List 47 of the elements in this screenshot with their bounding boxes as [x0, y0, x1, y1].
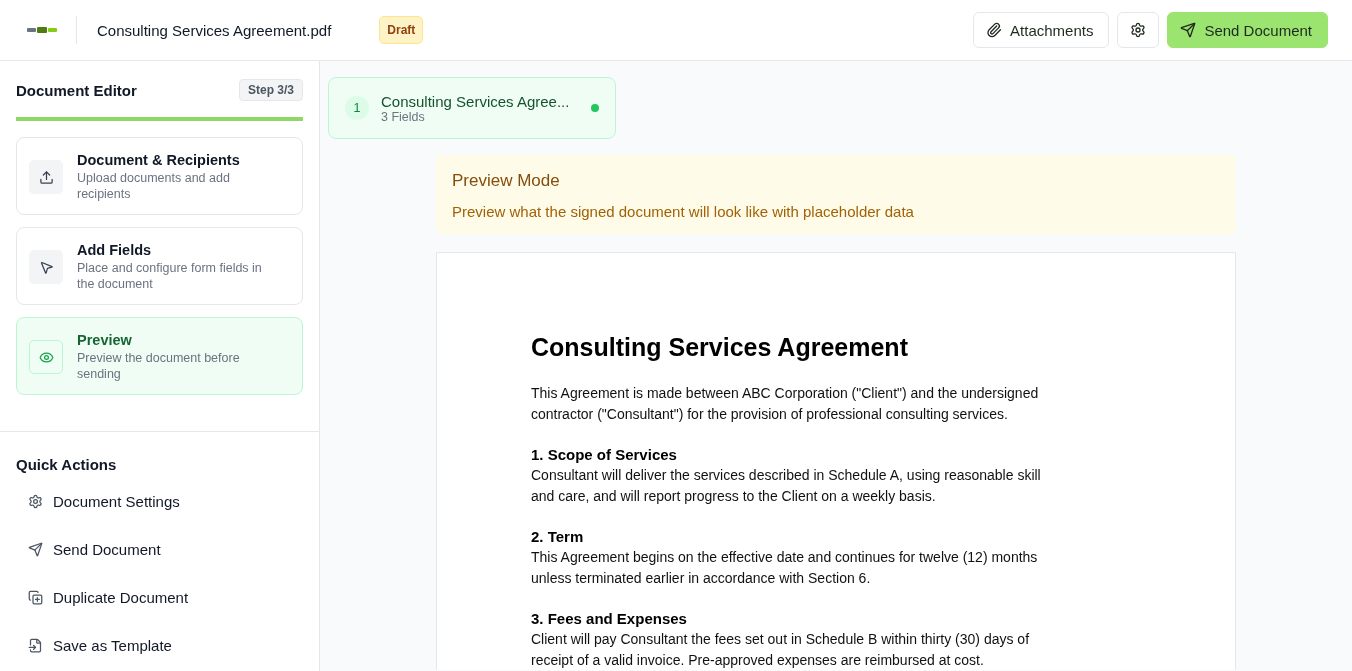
- sidebar-title: Document Editor: [16, 81, 137, 99]
- step-card[interactable]: Document & Recipients Upload documents and add recipients: [16, 137, 303, 215]
- send-icon: [1180, 22, 1197, 38]
- quick-action[interactable]: Save as Template: [16, 621, 303, 669]
- quick-action[interactable]: Duplicate Document: [16, 573, 303, 621]
- gear-icon: [28, 493, 43, 509]
- step-description: Place and configure form fields in the document: [77, 260, 263, 292]
- step-title: Add Fields: [77, 242, 153, 258]
- send-icon: [28, 541, 43, 557]
- section-heading: 2. Term: [531, 527, 585, 547]
- eye-icon: [29, 340, 63, 374]
- tab-name: Consulting Services Agree...: [381, 92, 570, 110]
- file-icon: [28, 637, 43, 653]
- settings-button[interactable]: [1117, 12, 1160, 48]
- step-badge: Step 3/3: [238, 79, 303, 101]
- section-heading: 1. Scope of Services: [531, 445, 678, 465]
- field-count: 3 Fields: [381, 109, 425, 124]
- document-paragraph: Client will pay Consultant the fees set out in Schedule B within thirty (30) days of receipt of a valid invoice. Pre-approved expenses are reimbursed at cost.: [531, 630, 1031, 670]
- document-paragraph: This Agreement is made between ABC Corporation ("Client") and the undersigned contractor ("Consultant") for the provision of professional consulting services.: [531, 384, 1040, 424]
- banner-title: Preview Mode: [452, 171, 561, 191]
- banner-text: Preview what the signed document will look like with placeholder data: [452, 203, 915, 220]
- step-card[interactable]: Add Fields Place and configure form fields in the document: [16, 227, 303, 305]
- paperclip-icon: [986, 22, 1003, 38]
- document-tab[interactable]: 1 Consulting Services Agree... 3 Fields: [328, 77, 616, 139]
- step-title: Preview: [77, 332, 133, 348]
- attachments-button[interactable]: Attachments: [973, 12, 1110, 48]
- status-badge: Draft: [379, 16, 424, 44]
- cursor-icon: [29, 250, 63, 284]
- logo-icon: [26, 24, 58, 36]
- file-name: Consulting Services Agreement.pdf: [97, 21, 332, 39]
- step-title: Document & Recipients: [77, 152, 241, 168]
- copy-icon: [28, 589, 43, 605]
- status-dot: [591, 104, 599, 112]
- send-document-button[interactable]: Send Document: [1167, 12, 1328, 48]
- section-heading: 3. Fees and Expenses: [531, 609, 688, 629]
- step-description: Preview the document before sending: [77, 350, 241, 382]
- quick-action[interactable]: Send Document: [16, 525, 303, 573]
- tab-number: 1: [345, 96, 369, 120]
- step-description: Upload documents and add recipients: [77, 170, 231, 202]
- document-paragraph: This Agreement begins on the effective date and continues for twelve (12) months unless terminated earlier in accordance with Section 6.: [531, 548, 1039, 588]
- step-card[interactable]: Preview Preview the document before sending: [16, 317, 303, 395]
- settings-icon: [1130, 22, 1147, 38]
- section-title: Quick Actions: [16, 456, 118, 473]
- document-paragraph: Consultant will deliver the services described in Schedule A, using reasonable skill and care, and will report progress to the Client on a weekly basis.: [531, 466, 1042, 506]
- upload-icon: [29, 160, 63, 194]
- quick-action[interactable]: Document Settings: [16, 477, 303, 525]
- document-title: Consulting Services Agreement: [531, 333, 909, 362]
